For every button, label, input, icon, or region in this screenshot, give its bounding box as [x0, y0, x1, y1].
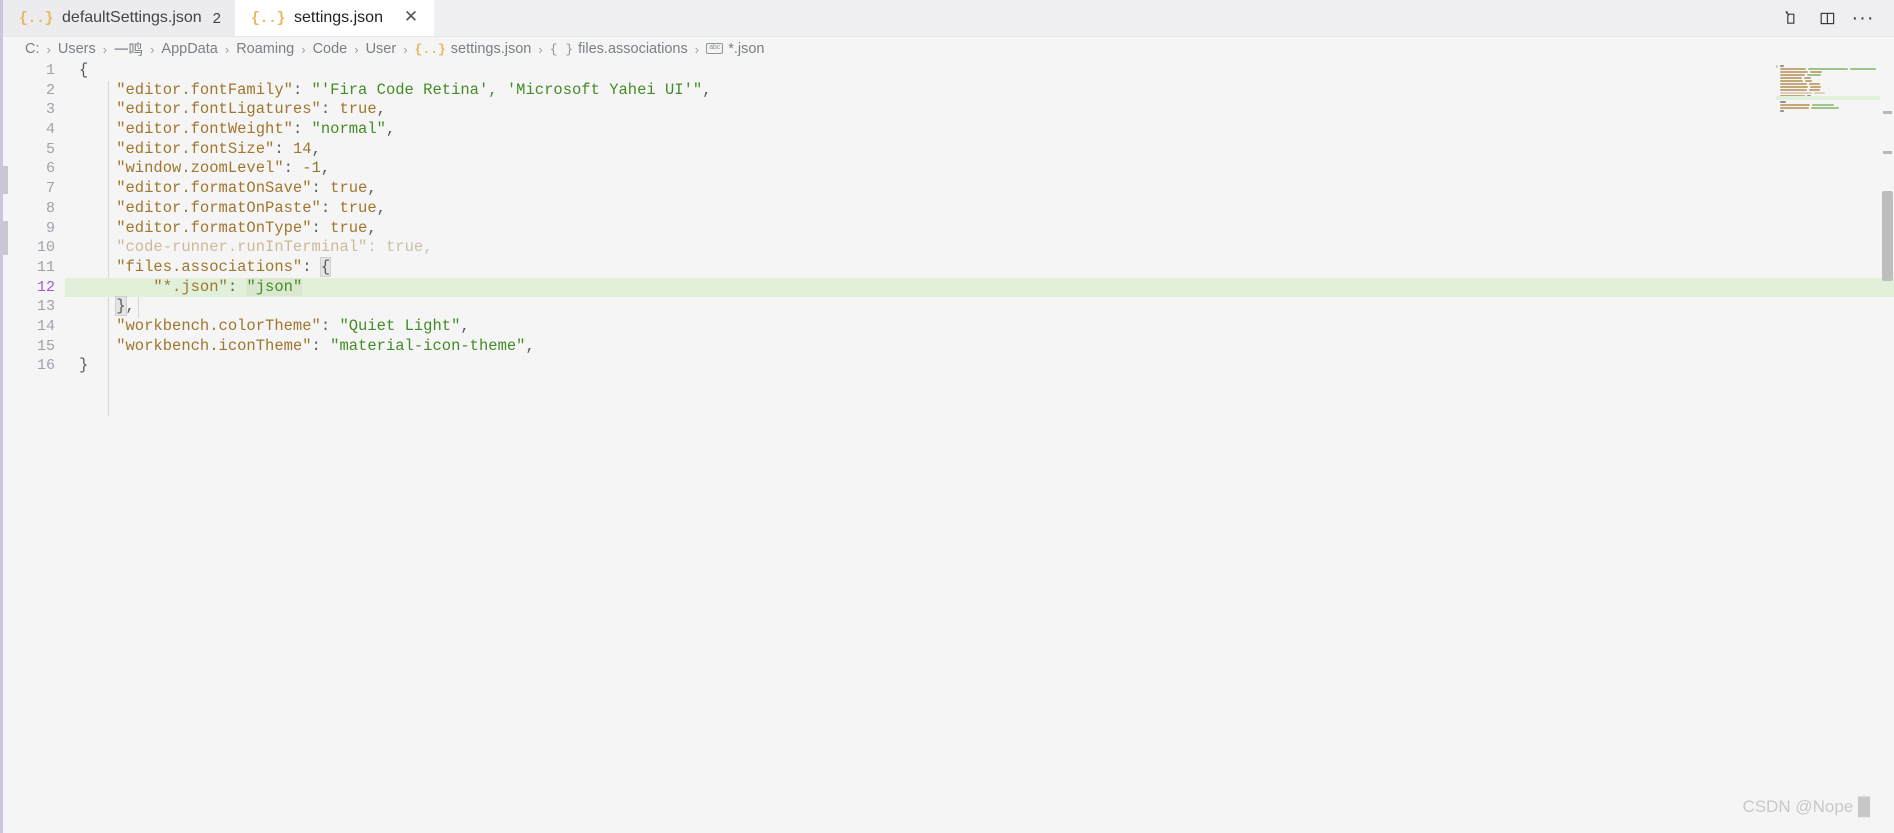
line-number: 9: [45, 219, 55, 237]
breadcrumb-label: Roaming: [236, 41, 295, 57]
breadcrumb-label: Users: [57, 41, 96, 57]
toggle-panel-button[interactable]: [1812, 3, 1842, 33]
tab-settings-json[interactable]: {..} settings.json ✕: [235, 0, 434, 36]
line-number: 16: [36, 357, 55, 375]
split-editor-right-button[interactable]: [1776, 3, 1806, 33]
string-symbol-icon: abc: [706, 42, 724, 54]
breadcrumb-separator-icon: ›: [403, 41, 408, 57]
breadcrumb-item-users[interactable]: Users: [58, 41, 96, 57]
line-number: 7: [45, 180, 55, 198]
code-line-unknown-setting[interactable]: "code-runner.runInTerminal": true,: [65, 238, 1894, 258]
tab-label: defaultSettings.json: [62, 9, 202, 26]
code-line-current[interactable]: "*.json": "json": [65, 277, 1894, 298]
code-line[interactable]: "editor.fontWeight": "normal",: [65, 120, 1894, 140]
code-line[interactable]: "editor.fontSize": 14,: [65, 140, 1894, 160]
breadcrumb-separator-icon: ›: [301, 41, 306, 57]
code-line[interactable]: "editor.fontFamily": "'Fira Code Retina'…: [65, 81, 1894, 101]
code-line[interactable]: "editor.fontLigatures": true,: [65, 100, 1894, 120]
breadcrumb-label: 一鸣: [114, 42, 144, 59]
editor-scrollbar[interactable]: [1880, 61, 1894, 833]
json-braces-icon: {..}: [251, 9, 286, 27]
breadcrumb-item-code[interactable]: Code: [313, 41, 348, 57]
close-icon[interactable]: ✕: [402, 8, 420, 27]
line-number: 13: [36, 298, 55, 316]
line-number: 11: [36, 258, 55, 276]
overview-ruler-mark: [1883, 151, 1892, 154]
code-editor[interactable]: 1 2 3 4 5 6 7 8 9 10 11 12 13 14 15 16 {…: [3, 61, 1894, 833]
breadcrumb-item-roaming[interactable]: Roaming: [236, 41, 294, 57]
breadcrumb-label: Code: [312, 41, 348, 57]
breadcrumb-item-user[interactable]: User: [366, 41, 397, 57]
breadcrumb: C: › Users › 一鸣 › AppData › Roaming › Co…: [3, 37, 1894, 61]
object-symbol-icon: { }: [549, 41, 574, 57]
code-line[interactable]: {: [65, 61, 1894, 81]
code-line[interactable]: "window.zoomLevel": -1,: [65, 159, 1894, 179]
breadcrumb-label: files.associations: [578, 41, 688, 57]
editor-actions: ···: [1776, 0, 1894, 36]
vscode-window: {..} defaultSettings.json 2 {..} setting…: [0, 0, 1894, 833]
json-file-icon: {..}: [414, 41, 446, 57]
breadcrumb-item-files-associations[interactable]: { } files.associations: [550, 41, 688, 57]
line-number: 14: [36, 317, 55, 335]
breadcrumb-separator-icon: ›: [694, 41, 700, 57]
line-number: 2: [45, 81, 55, 99]
editor-tab-bar: {..} defaultSettings.json 2 {..} setting…: [3, 0, 1894, 37]
code-line[interactable]: }: [65, 356, 1894, 376]
decoration-mark: [3, 221, 8, 255]
code-line[interactable]: "editor.formatOnSave": true,: [65, 179, 1894, 199]
line-number: 6: [45, 160, 55, 178]
line-number-gutter: 1 2 3 4 5 6 7 8 9 10 11 12 13 14 15 16: [13, 61, 65, 833]
breadcrumb-label: settings.json: [450, 41, 532, 57]
breadcrumb-separator-icon: ›: [354, 41, 359, 57]
breadcrumb-separator-icon: ›: [46, 41, 51, 57]
line-number: 8: [45, 199, 55, 217]
code-line[interactable]: "editor.formatOnType": true,: [65, 219, 1894, 239]
breadcrumb-separator-icon: ›: [538, 41, 543, 57]
breadcrumb-item-drive[interactable]: C:: [25, 41, 40, 57]
breadcrumb-label: C:: [25, 41, 40, 57]
line-number: 5: [45, 140, 55, 158]
more-actions-button[interactable]: ···: [1848, 3, 1878, 33]
tab-label: settings.json: [294, 9, 383, 26]
breadcrumb-separator-icon: ›: [150, 41, 155, 57]
line-number: 10: [36, 239, 55, 257]
breadcrumb-item-star-json[interactable]: abc *.json: [706, 41, 764, 57]
line-number: 1: [45, 62, 55, 79]
editor-decoration-margin: [3, 61, 13, 833]
json-braces-icon: {..}: [19, 9, 54, 27]
breadcrumb-separator-icon: ›: [102, 41, 108, 57]
breadcrumb-label: AppData: [161, 41, 218, 57]
line-number-current: 12: [36, 278, 55, 296]
tab-bar-spacer: [434, 0, 1776, 36]
code-line[interactable]: "editor.formatOnPaste": true,: [65, 199, 1894, 219]
code-line[interactable]: "workbench.colorTheme": "Quiet Light",: [65, 317, 1894, 337]
line-number: 15: [36, 337, 55, 355]
code-line[interactable]: "files.associations": {: [65, 256, 1894, 278]
breadcrumb-item-user-folder[interactable]: 一鸣: [114, 39, 143, 60]
breadcrumb-item-appdata[interactable]: AppData: [161, 41, 217, 57]
line-number: 3: [45, 101, 55, 119]
overview-ruler-mark: [1883, 111, 1892, 114]
decoration-mark: [3, 166, 8, 194]
breadcrumb-separator-icon: ›: [224, 41, 230, 57]
breadcrumb-label: User: [365, 41, 397, 57]
code-content[interactable]: { "editor.fontFamily": "'Fira Code Retin…: [65, 61, 1894, 833]
code-line[interactable]: "workbench.iconTheme": "material-icon-th…: [65, 337, 1894, 357]
scrollbar-thumb[interactable]: [1882, 191, 1893, 281]
line-number: 4: [45, 121, 55, 139]
tab-defaultSettings-json[interactable]: {..} defaultSettings.json 2: [3, 0, 236, 36]
tab-badge: 2: [212, 9, 222, 27]
breadcrumb-label: *.json: [728, 41, 765, 57]
code-line[interactable]: },: [65, 296, 1894, 317]
breadcrumb-item-settings-json[interactable]: {..} settings.json: [415, 41, 532, 57]
